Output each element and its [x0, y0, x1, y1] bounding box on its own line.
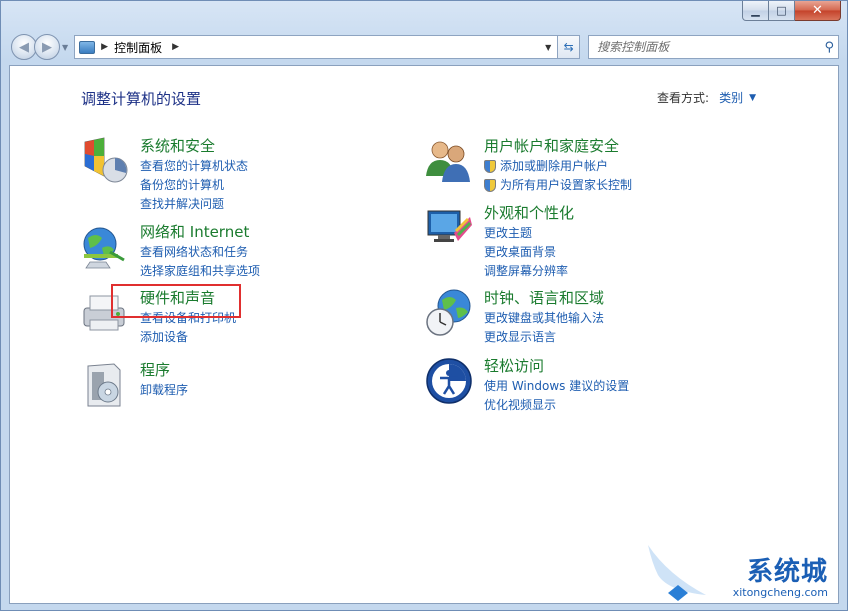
forward-arrow-icon: ▶ [42, 39, 52, 55]
search-input[interactable] [597, 40, 778, 54]
recent-pages-dropdown-icon[interactable]: ▼ [62, 43, 68, 52]
back-arrow-icon: ◀ [19, 39, 29, 55]
ease-of-access-icon[interactable] [424, 356, 474, 406]
view-by-dropdown[interactable]: 类别 [719, 89, 743, 106]
refresh-icon: ⇆ [563, 40, 574, 54]
link-label[interactable]: 添加或删除用户帐户 [500, 157, 608, 176]
link-change-keyboard[interactable]: 更改键盘或其他输入法 [484, 309, 604, 328]
link-optimize-video-display[interactable]: 优化视频显示 [484, 396, 629, 415]
forward-button[interactable]: ▶ [34, 34, 60, 60]
link-change-display-language[interactable]: 更改显示语言 [484, 328, 604, 347]
category-title[interactable]: 轻松访问 [484, 356, 629, 376]
category-programs: 程序 卸载程序 [80, 360, 188, 410]
window-caption-buttons: ▁ □ ✕ [742, 1, 841, 21]
uac-shield-icon [484, 160, 496, 173]
address-history-dropdown-icon[interactable]: ▼ [539, 36, 557, 58]
breadcrumb-separator-icon[interactable]: ▶ [101, 42, 108, 52]
navigation-bar: ◀ ▶ ▼ ▶ 控制面板 ▶ ▼ ⇆ ⚲ [9, 32, 839, 62]
content-pane: 调整计算机的设置 查看方式: 类别 ▼ 系统和安全 查看您的计算机状态 备份您的… [9, 65, 839, 604]
link-parental-controls[interactable]: 为所有用户设置家长控制 [484, 176, 632, 195]
watermark-wing-icon [648, 545, 706, 601]
close-button[interactable]: ✕ [795, 1, 841, 21]
category-network-internet: 网络和 Internet 查看网络状态和任务 选择家庭组和共享选项 [80, 222, 260, 281]
page-title: 调整计算机的设置 [81, 90, 202, 108]
system-security-icon[interactable] [80, 136, 130, 186]
annotation-highlight-box [111, 284, 241, 318]
address-bar[interactable]: ▶ 控制面板 ▶ ▼ [74, 35, 559, 59]
link-uninstall-program[interactable]: 卸载程序 [140, 381, 188, 400]
link-adjust-resolution[interactable]: 调整屏幕分辨率 [484, 262, 574, 281]
clock-language-icon[interactable] [424, 288, 474, 338]
link-homegroup-sharing[interactable]: 选择家庭组和共享选项 [140, 262, 260, 281]
category-title[interactable]: 外观和个性化 [484, 203, 574, 223]
category-ease-of-access: 轻松访问 使用 Windows 建议的设置 优化视频显示 [424, 356, 629, 415]
category-system-security: 系统和安全 查看您的计算机状态 备份您的计算机 查找并解决问题 [80, 136, 248, 214]
category-appearance: 外观和个性化 更改主题 更改桌面背景 调整屏幕分辨率 [424, 203, 574, 281]
link-view-computer-status[interactable]: 查看您的计算机状态 [140, 157, 248, 176]
site-watermark: 系统城 xitongcheng.com [648, 545, 828, 601]
uac-shield-icon [484, 179, 496, 192]
watermark-logo-text: 系统城 [746, 557, 828, 587]
maximize-button[interactable]: □ [769, 1, 795, 21]
link-label[interactable]: 为所有用户设置家长控制 [500, 176, 632, 195]
view-by-control: 查看方式: 类别 ▼ [657, 89, 756, 106]
category-title[interactable]: 程序 [140, 360, 188, 380]
breadcrumb-separator-icon[interactable]: ▶ [172, 42, 179, 52]
category-title[interactable]: 时钟、语言和区域 [484, 288, 604, 308]
category-clock-language: 时钟、语言和区域 更改键盘或其他输入法 更改显示语言 [424, 288, 604, 347]
chevron-down-icon[interactable]: ▼ [749, 93, 756, 103]
link-view-network-status[interactable]: 查看网络状态和任务 [140, 243, 260, 262]
magnifier-icon[interactable]: ⚲ [824, 40, 834, 55]
user-accounts-icon[interactable] [424, 136, 474, 186]
minimize-button[interactable]: ▁ [742, 1, 769, 21]
link-backup-computer[interactable]: 备份您的计算机 [140, 176, 248, 195]
link-windows-recommended-settings[interactable]: 使用 Windows 建议的设置 [484, 377, 629, 396]
watermark-url: xitongcheng.com [732, 586, 828, 599]
programs-icon[interactable] [80, 360, 130, 410]
control-panel-window: ▁ □ ✕ ◀ ▶ ▼ ▶ 控制面板 ▶ ▼ ⇆ ⚲ 调整计算机的设置 查看方式… [0, 0, 848, 611]
category-user-accounts: 用户帐户和家庭安全 添加或删除用户帐户 为所有用户设置家长控制 [424, 136, 632, 195]
network-internet-icon[interactable] [80, 222, 130, 272]
link-change-desktop-background[interactable]: 更改桌面背景 [484, 243, 574, 262]
link-add-remove-users[interactable]: 添加或删除用户帐户 [484, 157, 632, 176]
refresh-button[interactable]: ⇆ [558, 35, 581, 59]
search-box[interactable]: ⚲ [588, 35, 839, 59]
category-title[interactable]: 系统和安全 [140, 136, 248, 156]
category-title[interactable]: 网络和 Internet [140, 222, 260, 242]
appearance-icon[interactable] [424, 203, 474, 253]
breadcrumb-control-panel[interactable]: 控制面板 [114, 39, 162, 56]
link-find-fix-problems[interactable]: 查找并解决问题 [140, 195, 248, 214]
link-add-device[interactable]: 添加设备 [140, 328, 236, 347]
category-title[interactable]: 用户帐户和家庭安全 [484, 136, 632, 156]
view-by-label: 查看方式: [657, 91, 710, 105]
link-change-theme[interactable]: 更改主题 [484, 224, 574, 243]
control-panel-icon [79, 40, 96, 54]
